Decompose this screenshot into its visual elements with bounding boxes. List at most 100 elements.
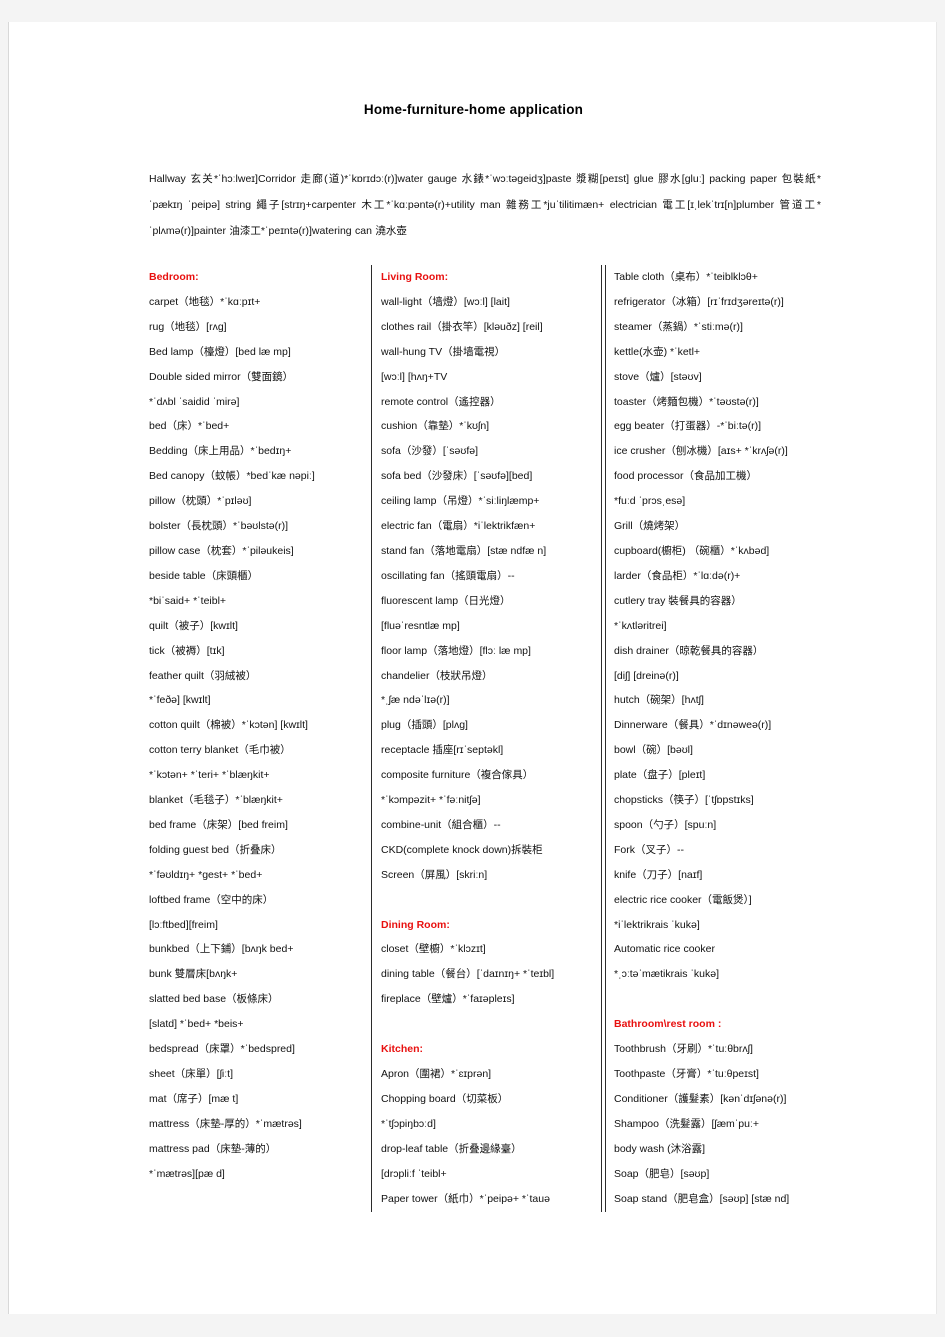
vocabulary-entry: Bed canopy（蚊帳）*bedˈkæ nəpiː] (149, 470, 315, 483)
vocabulary-entry: bowl（碗）[bəʊl] (614, 744, 693, 757)
vocabulary-entry: stand fan（落地電扇）[stæ ndfæ n] (381, 544, 547, 557)
vocabulary-entry: Soap（肥皂）[səʊp] (614, 1167, 710, 1180)
vocabulary-entry: carpet（地毯）*ˈkɑːpɪt+ (149, 295, 261, 308)
vocabulary-entry: chopsticks（筷子）[ˈtʃɒpstɪks] (614, 794, 754, 807)
vocabulary-entry: receptacle 插座[rɪˈseptəkl] (381, 744, 504, 757)
vocabulary-entry: electric fan（電扇）*iˈlektrikfæn+ (381, 520, 536, 533)
vocabulary-entry: sheet（床單）[ʃiːt] (149, 1068, 234, 1080)
vocabulary-entry: Screen（屏風）[skriːn] (381, 868, 488, 881)
vocabulary-entry: electric rice cooker（電飯煲）] (614, 893, 752, 906)
vocabulary-entry: dish drainer（晾乾餐具的容器） (614, 644, 764, 657)
vocabulary-entry: *ˌʃæ ndəˈlɪə(r)] (381, 694, 450, 707)
vocabulary-entry: clothes rail（掛衣竿）[kləuðz] [reil] (381, 320, 543, 333)
vocabulary-entry: [diʃ] [dreinə(r)] (614, 669, 679, 682)
vocabulary-entry: knife（刀子）[naɪf] (614, 868, 703, 881)
vocabulary-entry: dining table（餐台）[ˈdaɪnɪŋ+ *ˈteɪbl] (381, 968, 555, 981)
vocabulary-entry: CKD(complete knock down)拆裝柜 (381, 843, 543, 856)
vocabulary-entry: cotton quilt（棉被）*ˈkɔtən] [kwɪlt] (149, 719, 308, 732)
vocabulary-entry: tick（被褥）[tɪk] (149, 644, 225, 657)
column-divider-1 (371, 265, 372, 1212)
vocabulary-entry: pillow（枕頭）*ˈpɪləʊ] (149, 495, 252, 508)
section-heading: Bedroom: (149, 271, 199, 283)
vocabulary-entry: fireplace（壁爐）*ˈfaɪəpleɪs] (381, 993, 515, 1006)
vocabulary-entry: bedspread（床罩）*ˈbedspred] (149, 1043, 295, 1056)
vocabulary-entry: body wash (沐浴露] (614, 1142, 706, 1155)
vocabulary-entry: combine-unit（組合櫃）-- (381, 818, 501, 831)
vocabulary-entry: Double sided mirror（雙面鏡） (149, 370, 294, 383)
column-bedroom: Bedroom: carpet（地毯）*ˈkɑːpɪt+ rug（地毯）[rʌg] B… (149, 265, 364, 1187)
vocabulary-entry: beside table（床頭櫃） (149, 569, 259, 582)
vocabulary-entry: [fluəˈresntlæ mp] (381, 619, 460, 632)
vocabulary-entry: Soap stand（肥皂盒）[səʊp] [stæ nd] (614, 1192, 790, 1205)
vocabulary-entry: Shampoo（洗髮露）[ʃæmˈpuː+ (614, 1117, 760, 1130)
vocabulary-entry: *ˈmætrəs][pæ d] (149, 1167, 225, 1180)
vocabulary-entry: *iˈlektrikrais ˈkukə] (614, 918, 700, 931)
vocabulary-entry: *fuːd ˈprɔsˌesə] (614, 495, 686, 508)
vocabulary-entry: wall-hung TV（掛墙電視） (381, 345, 506, 358)
vocabulary-entry: [lɔːftbed][freim] (149, 918, 218, 931)
vocabulary-entry: *ˈdʌbl ˈsaidid ˈmirə] (149, 395, 240, 408)
vocabulary-entry: plate（盘子）[pleɪt] (614, 769, 706, 782)
vocabulary-entry: cupboard(櫥柜) （碗櫃）*ˈkʌbəd] (614, 544, 770, 557)
vocabulary-entry: spoon（勺子）[spuːn] (614, 818, 717, 831)
column-divider-2 (601, 265, 602, 1212)
vocabulary-entry: remote control（遙控器） (381, 395, 501, 408)
vocabulary-entry: *ˈfəʊldɪŋ+ *gest+ *ˈbed+ (149, 868, 263, 881)
vocabulary-entry: pillow case（枕套）*ˈpiləukeis] (149, 544, 294, 557)
vocabulary-entry: sofa bed（沙發床）[ˈsəʊfə][bed] (381, 470, 533, 483)
vocabulary-entry: *ˈkʌtləritrei] (614, 619, 667, 632)
vocabulary-entry: floor lamp（落地燈）[flɔː læ mp] (381, 644, 531, 657)
page-title: Home-furniture-home application (363, 102, 584, 117)
vocabulary-entry: egg beater（打蛋器）-*ˈbiːtə(r)] (614, 420, 762, 433)
columns-container: Bedroom: carpet（地毯）*ˈkɑːpɪt+ rug（地毯）[rʌg] B… (149, 265, 849, 1215)
section-heading: Kitchen: (381, 1043, 423, 1056)
vocabulary-entry: ceiling lamp（吊燈）*ˈsiːliŋlæmp+ (381, 495, 540, 508)
vocabulary-entry: cushion（靠墊）*ˈkʊʃn] (381, 420, 490, 433)
column-divider-2b (605, 265, 606, 1212)
vocabulary-entry: Automatic rice cooker (614, 943, 715, 956)
vocabulary-entry: blanket（毛毯子）*ˈblæŋkit+ (149, 794, 283, 807)
vocabulary-entry: Bed lamp（檯燈）[bed læ mp] (149, 345, 291, 358)
vocabulary-entry: stove（爐）[stəʊv] (614, 370, 702, 383)
vocabulary-entry: quilt（被子）[kwɪlt] (149, 619, 238, 632)
vocabulary-entry: wall-light（墙燈）[wɔːl] [lait] (381, 295, 510, 308)
document-page: Home-furniture-home application Hallway … (8, 22, 937, 1314)
vocabulary-entry: [wɔːl] [hʌŋ+TV (381, 370, 448, 383)
vocabulary-entry: Table cloth（桌布）*ˈteiblklɔθ+ (614, 271, 758, 283)
vocabulary-entry: sofa（沙發）[ˈsəʊfə] (381, 445, 478, 458)
vocabulary-entry: *ˈkɔmpəzit+ *ˈfəːnitʃə] (381, 794, 481, 807)
vocabulary-entry: oscillating fan（搖頭電扇）-- (381, 569, 515, 582)
vocabulary-entry: chandelier（枝狀吊燈） (381, 669, 493, 682)
vocabulary-entry: ice crusher（刨冰機）[aɪs+ *ˈkrʌʃə(r)] (614, 445, 788, 458)
vocabulary-entry: food processor（食品加工機） (614, 470, 757, 483)
vocabulary-entry: Dinnerware（餐具）*ˈdɪnəweə(r)] (614, 719, 772, 732)
vocabulary-entry: toaster（烤麵包機）*ˈtəʊstə(r)] (614, 395, 759, 408)
vocabulary-entry: Grill（燒烤架） (614, 520, 686, 533)
vocabulary-entry: fluorescent lamp（日光燈） (381, 594, 511, 607)
vocabulary-entry: cutlery tray 裝餐具的容器） (614, 594, 742, 607)
vocabulary-entry: kettle(水壶) *ˈketl+ (614, 345, 701, 358)
vocabulary-entry: mat（席子）[mæ t] (149, 1092, 239, 1105)
vocabulary-entry: bunk 雙層床[bʌŋk+ (149, 968, 238, 981)
vocabulary-entry: composite furniture（複合傢具） (381, 769, 534, 782)
intro-paragraph: Hallway 玄关*ˈhɔːlweɪ]Corridor 走廊(道)*ˈkɒrɪ… (149, 173, 821, 237)
vocabulary-entry: closet（壁櫥）*ˈklɔzɪt] (381, 943, 486, 956)
vocabulary-entry: Conditioner（護髮素）[kənˈdɪʃənə(r)] (614, 1092, 787, 1105)
vocabulary-entry: Paper tower（紙巾）*ˈpeipə+ *ˈtauə (381, 1192, 550, 1205)
vocabulary-entry: steamer（蒸鍋）*ˈstiːmə(r)] (614, 320, 743, 333)
vocabulary-entry: mattress（床墊-厚的）*ˈmætrəs] (149, 1117, 302, 1130)
vocabulary-entry: plug（插頭）[plʌg] (381, 719, 468, 732)
vocabulary-entry: feather quilt（羽絨被） (149, 669, 257, 682)
vocabulary-entry: bunkbed（上下鋪）[bʌŋk bed+ (149, 943, 294, 956)
vocabulary-entry: loftbed frame（空中的床） (149, 893, 274, 906)
vocabulary-entry: Toothbrush（牙刷）*ˈtuːθbrʌʃ] (614, 1043, 753, 1056)
vocabulary-entry: Apron（圍裙）*ˈɛɪprən] (381, 1067, 492, 1080)
vocabulary-entry: *ˈfeðə] [kwɪlt] (149, 694, 211, 707)
vocabulary-entry: mattress pad（床墊-薄的） (149, 1142, 277, 1155)
section-heading: Bathroom\rest room : (614, 1018, 722, 1031)
vocabulary-entry: [slatd] *ˈbed+ *beis+ (149, 1018, 244, 1031)
vocabulary-entry: larder（食品柜）*ˈlɑːdə(r)+ (614, 569, 741, 582)
vocabulary-entry: *biˈsaid+ *ˈteibl+ (149, 594, 227, 607)
